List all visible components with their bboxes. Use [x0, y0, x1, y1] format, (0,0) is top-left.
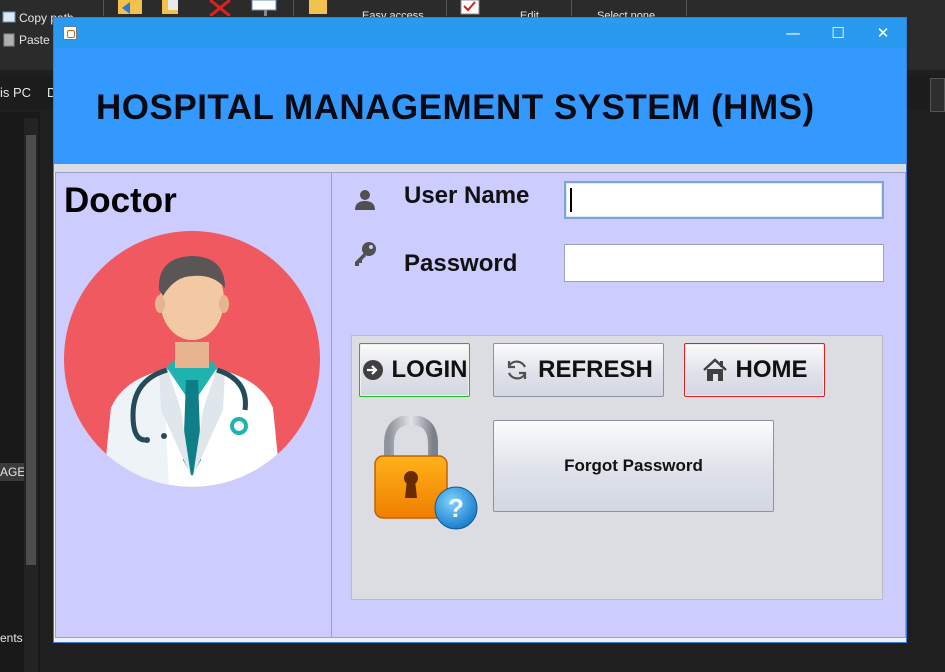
- ribbon-divider: [686, 0, 687, 16]
- password-label: Password: [404, 250, 518, 277]
- login-button[interactable]: LOGIN: [359, 343, 470, 397]
- hms-login-window: — ☐ ✕ HOSPITAL MANAGEMENT SYSTEM (HMS) D…: [53, 17, 907, 643]
- rename-icon[interactable]: [250, 0, 280, 16]
- header-separator: [54, 164, 906, 172]
- home-label: HOME: [735, 356, 808, 383]
- login-panel: User Name Password LOGIN REFRESH HOME ? …: [332, 172, 906, 638]
- paste-shortcut-icon: [3, 33, 15, 47]
- minimize-button[interactable]: —: [770, 18, 816, 48]
- refresh-icon: [508, 360, 527, 380]
- ribbon-divider: [446, 0, 447, 16]
- username-input[interactable]: [564, 181, 884, 219]
- username-label: User Name: [404, 182, 530, 209]
- copy-path-icon: [2, 11, 16, 23]
- maximize-button[interactable]: ☐: [815, 18, 861, 48]
- lock-help-icon: ?: [374, 416, 478, 530]
- login-icon: [362, 360, 383, 380]
- page-title: HOSPITAL MANAGEMENT SYSTEM (HMS): [96, 88, 815, 127]
- home-button[interactable]: HOME: [684, 343, 825, 397]
- ribbon-divider: [103, 0, 104, 16]
- nav-pane-item[interactable]: ents: [0, 631, 23, 645]
- forgot-password-label: Forgot Password: [564, 456, 703, 475]
- action-panel: LOGIN REFRESH HOME ? Forgot Password: [351, 335, 883, 600]
- delete-icon[interactable]: [207, 0, 233, 16]
- explorer-search-box[interactable]: [930, 78, 945, 112]
- copy-to-icon[interactable]: [158, 0, 184, 16]
- forgot-password-button[interactable]: Forgot Password: [493, 420, 774, 512]
- properties-icon[interactable]: [459, 0, 483, 16]
- doctor-avatar-icon: [64, 231, 320, 487]
- svg-text:?: ?: [448, 493, 464, 523]
- key-icon: [355, 242, 376, 266]
- login-label: LOGIN: [391, 356, 468, 383]
- close-button[interactable]: ✕: [860, 18, 906, 48]
- new-folder-icon[interactable]: [307, 0, 329, 16]
- ribbon-divider: [571, 0, 572, 16]
- text-caret: [570, 188, 572, 212]
- window-titlebar[interactable]: — ☐ ✕: [54, 18, 906, 48]
- java-app-icon: [63, 26, 77, 40]
- app-header: HOSPITAL MANAGEMENT SYSTEM (HMS): [54, 48, 906, 164]
- move-to-icon[interactable]: [116, 0, 146, 16]
- refresh-label: REFRESH: [538, 356, 653, 383]
- password-input[interactable]: [564, 244, 884, 282]
- role-panel: Doctor: [55, 172, 332, 638]
- ribbon-divider: [293, 0, 294, 16]
- home-icon: [702, 358, 727, 381]
- nav-pane-scroll-thumb[interactable]: [26, 135, 36, 565]
- refresh-button[interactable]: REFRESH: [493, 343, 664, 397]
- address-this-pc[interactable]: is PC: [0, 85, 31, 100]
- role-label: Doctor: [64, 181, 177, 220]
- user-icon: [355, 190, 375, 210]
